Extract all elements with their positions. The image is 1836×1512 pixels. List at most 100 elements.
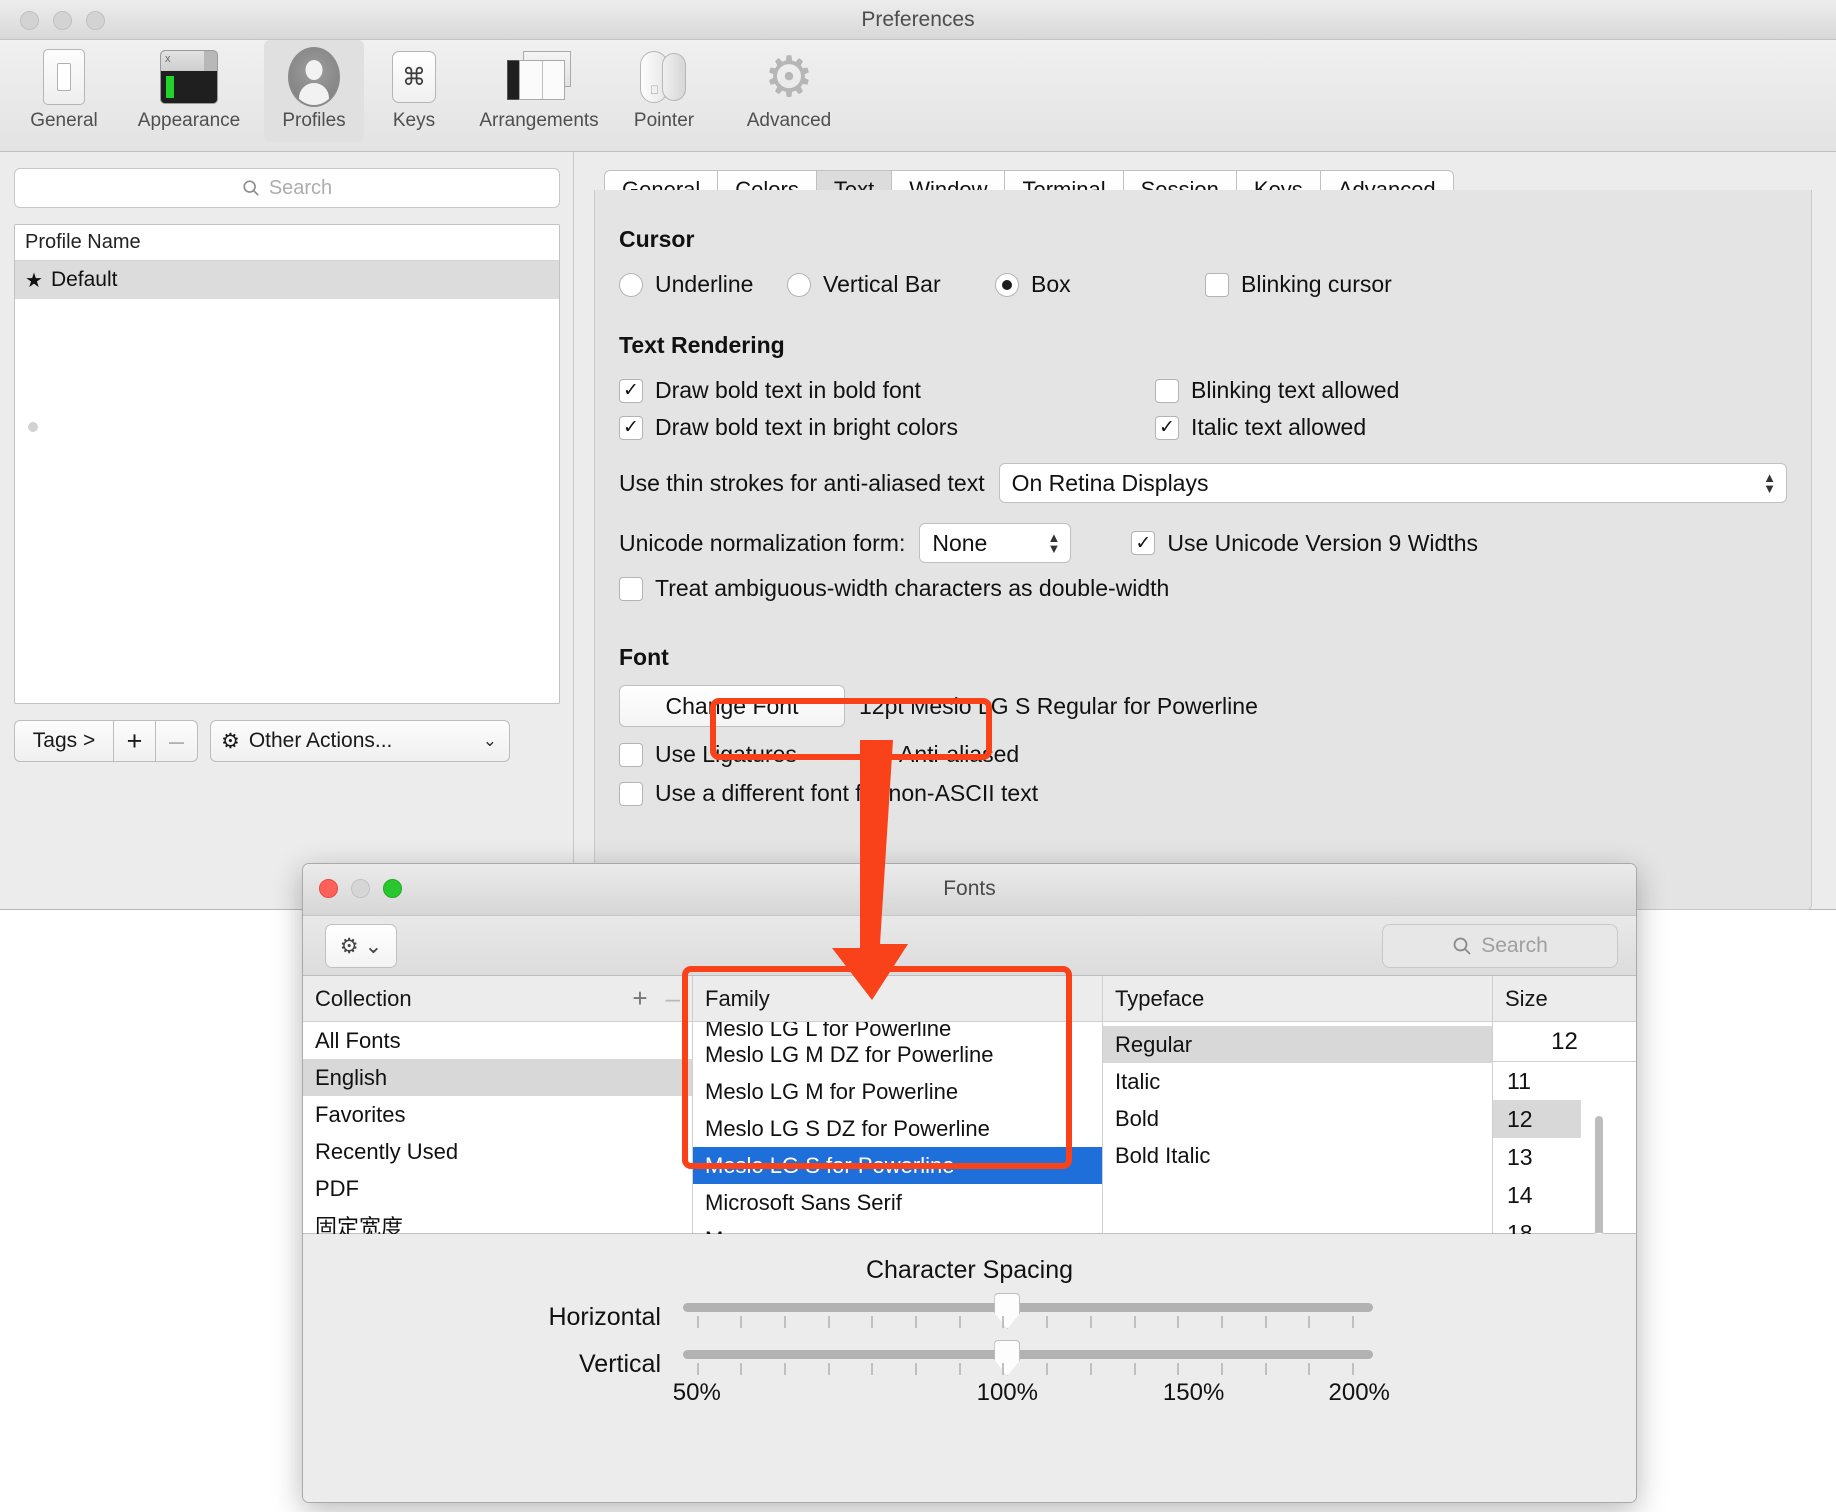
- checkbox-non-ascii-font-box[interactable]: [619, 781, 643, 806]
- search-icon: [243, 180, 259, 196]
- toolbar-item-pointer[interactable]:  Pointer: [614, 40, 714, 142]
- tags-button[interactable]: Tags >: [14, 720, 114, 762]
- cursor-option-vertical-bar[interactable]: Vertical Bar: [787, 271, 995, 298]
- stepper-arrows-icon-2: ▲ ▼: [1047, 530, 1061, 556]
- split-grabber[interactable]: [28, 422, 38, 432]
- label-thin-strokes: Use thin strokes for anti-aliased text: [619, 469, 985, 496]
- collection-list[interactable]: All Fonts English Favorites Recently Use…: [303, 1022, 692, 1234]
- scale-200: 200%: [1328, 1379, 1390, 1406]
- checkbox-blinking-cursor[interactable]: Blinking cursor: [1205, 271, 1392, 298]
- profile-button-group: Tags > + –: [14, 720, 198, 762]
- checkbox-blinking-text-box[interactable]: [1155, 378, 1179, 403]
- profile-search-input[interactable]: Search: [14, 168, 560, 208]
- row-change-font: Change Font 12pt Meslo LG S Regular for …: [619, 685, 1787, 727]
- size-item-13[interactable]: 13: [1493, 1138, 1636, 1176]
- typeface-item-bold[interactable]: Bold: [1103, 1100, 1492, 1137]
- collection-add-remove[interactable]: + –: [632, 983, 680, 1014]
- horizontal-spacing-row: Horizontal: [303, 1293, 1636, 1332]
- size-item-14[interactable]: 14: [1493, 1176, 1636, 1214]
- add-profile-button[interactable]: +: [114, 720, 156, 762]
- size-item-18[interactable]: 18: [1493, 1214, 1636, 1235]
- typeface-item-bold-italic[interactable]: Bold Italic: [1103, 1137, 1492, 1174]
- other-actions-dropdown[interactable]: ⚙ Other Actions... ⌄: [210, 720, 510, 762]
- checkbox-draw-bold-bold-font-box[interactable]: [619, 378, 643, 403]
- toolbar-label-advanced: Advanced: [746, 110, 832, 131]
- size-slider[interactable]: [1584, 1116, 1614, 1234]
- collection-item-recently-used[interactable]: Recently Used: [303, 1133, 692, 1170]
- row-bright-colors: Draw bold text in bright colors Italic t…: [619, 414, 1787, 441]
- checkbox-anti-aliased-box[interactable]: [863, 742, 887, 767]
- checkbox-use-ligatures-box[interactable]: [619, 742, 643, 767]
- toolbar-item-general[interactable]: General: [14, 40, 114, 142]
- profile-row-name: Default: [50, 268, 118, 291]
- unicode-normalization-dropdown[interactable]: None ▲ ▼: [919, 523, 1072, 563]
- chevron-down-icon: ⌄: [482, 731, 497, 750]
- profile-settings-pane: General Colors Text Window Terminal Sess…: [574, 152, 1836, 910]
- change-font-button[interactable]: Change Font: [619, 685, 845, 727]
- size-item-12[interactable]: 12: [1493, 1100, 1581, 1138]
- checkbox-ambiguous-width-box[interactable]: [619, 576, 643, 601]
- family-item-meslo-lg-m-dz[interactable]: Meslo LG M DZ for Powerline: [693, 1036, 1102, 1073]
- checkbox-draw-bold-bold-font[interactable]: Draw bold text in bold font: [619, 377, 1155, 404]
- typeface-item-regular[interactable]: Regular: [1103, 1026, 1492, 1063]
- checkbox-blinking-text[interactable]: Blinking text allowed: [1155, 377, 1399, 404]
- toolbar-item-keys[interactable]: ⌘ Keys: [364, 40, 464, 142]
- checkbox-italic-allowed[interactable]: Italic text allowed: [1155, 414, 1366, 441]
- cursor-section-heading: Cursor: [619, 226, 695, 252]
- checkbox-anti-aliased[interactable]: Anti-aliased: [863, 741, 1019, 768]
- vertical-spacing-slider[interactable]: [683, 1340, 1373, 1379]
- typeface-column: Typeface Regular Italic Bold Bold Italic: [1103, 976, 1493, 1233]
- size-value-input[interactable]: 12: [1493, 1022, 1636, 1062]
- fonts-window-title: Fonts: [943, 877, 996, 900]
- add-collection-button[interactable]: +: [632, 983, 647, 1014]
- other-actions-label: Other Actions...: [248, 729, 393, 752]
- checkbox-italic-allowed-box[interactable]: [1155, 415, 1179, 440]
- horizontal-spacing-label: Horizontal: [548, 1303, 661, 1331]
- family-item-meslo-lg-s[interactable]: Meslo LG S for Powerline: [693, 1147, 1102, 1184]
- horizontal-spacing-slider[interactable]: [683, 1293, 1373, 1332]
- text-rendering-heading: Text Rendering: [619, 332, 785, 358]
- cursor-option-box[interactable]: Box: [995, 271, 1205, 298]
- collection-item-all-fonts[interactable]: All Fonts: [303, 1022, 692, 1059]
- profile-table[interactable]: Profile Name ★ Default: [14, 224, 560, 704]
- family-list[interactable]: Meslo LG L for Powerline Meslo LG M DZ f…: [693, 1022, 1102, 1234]
- toolbar-item-arrangements[interactable]: Arrangements: [464, 40, 614, 142]
- radio-underline[interactable]: [619, 272, 643, 297]
- size-slider-track: [1595, 1116, 1603, 1234]
- fonts-action-menu-button[interactable]: ⚙ ⌄: [325, 924, 397, 968]
- size-item-11[interactable]: 11: [1493, 1062, 1636, 1100]
- checkbox-draw-bold-bright-box[interactable]: [619, 415, 643, 440]
- typeface-item-italic[interactable]: Italic: [1103, 1063, 1492, 1100]
- checkbox-draw-bold-bright[interactable]: Draw bold text in bright colors: [619, 414, 1155, 441]
- toolbar-item-advanced[interactable]: ⚙ Advanced: [714, 40, 864, 142]
- family-item-microsoft-sans-serif[interactable]: Microsoft Sans Serif: [693, 1184, 1102, 1221]
- family-item-meslo-lg-s-dz[interactable]: Meslo LG S DZ for Powerline: [693, 1110, 1102, 1147]
- profile-row-default[interactable]: ★ Default: [15, 261, 559, 299]
- collection-item-english[interactable]: English: [303, 1059, 692, 1096]
- fonts-search-input[interactable]: Search: [1382, 924, 1618, 968]
- thin-strokes-dropdown[interactable]: On Retina Displays ▲ ▼: [998, 463, 1787, 503]
- radio-vertical-bar[interactable]: [787, 272, 811, 297]
- family-item-meslo-lg-m[interactable]: Meslo LG M for Powerline: [693, 1073, 1102, 1110]
- family-item-meslo-lg-l[interactable]: Meslo LG L for Powerline: [693, 1022, 1102, 1036]
- typeface-list[interactable]: Regular Italic Bold Bold Italic: [1103, 1022, 1492, 1234]
- remove-collection-button[interactable]: –: [666, 983, 680, 1014]
- family-item-monaco[interactable]: Monaco: [693, 1221, 1102, 1235]
- checkbox-non-ascii-font[interactable]: Use a different font for non-ASCII text: [619, 780, 1787, 807]
- checkbox-blinking-cursor-box[interactable]: [1205, 272, 1229, 297]
- radio-box[interactable]: [995, 272, 1019, 297]
- collection-item-fixed-width[interactable]: 固定宽度: [303, 1207, 692, 1235]
- collection-item-pdf[interactable]: PDF: [303, 1170, 692, 1207]
- checkbox-unicode9-box[interactable]: [1131, 531, 1156, 555]
- checkbox-ambiguous-width[interactable]: Treat ambiguous-width characters as doub…: [619, 575, 1787, 602]
- remove-profile-button[interactable]: –: [156, 720, 198, 762]
- collection-item-favorites[interactable]: Favorites: [303, 1096, 692, 1133]
- toolbar-item-profiles[interactable]: Profiles: [264, 40, 364, 142]
- checkbox-unicode9[interactable]: Use Unicode Version 9 Widths: [1131, 530, 1478, 557]
- size-list[interactable]: 11 12 13 14 18: [1493, 1062, 1636, 1234]
- toolbar-label-pointer: Pointer: [633, 110, 695, 131]
- screen: Preferences General x Appearance Profile…: [0, 0, 1836, 1512]
- checkbox-use-ligatures[interactable]: Use Ligatures: [619, 741, 863, 768]
- toolbar-item-appearance[interactable]: x Appearance: [114, 40, 264, 142]
- cursor-option-underline[interactable]: Underline: [619, 271, 787, 298]
